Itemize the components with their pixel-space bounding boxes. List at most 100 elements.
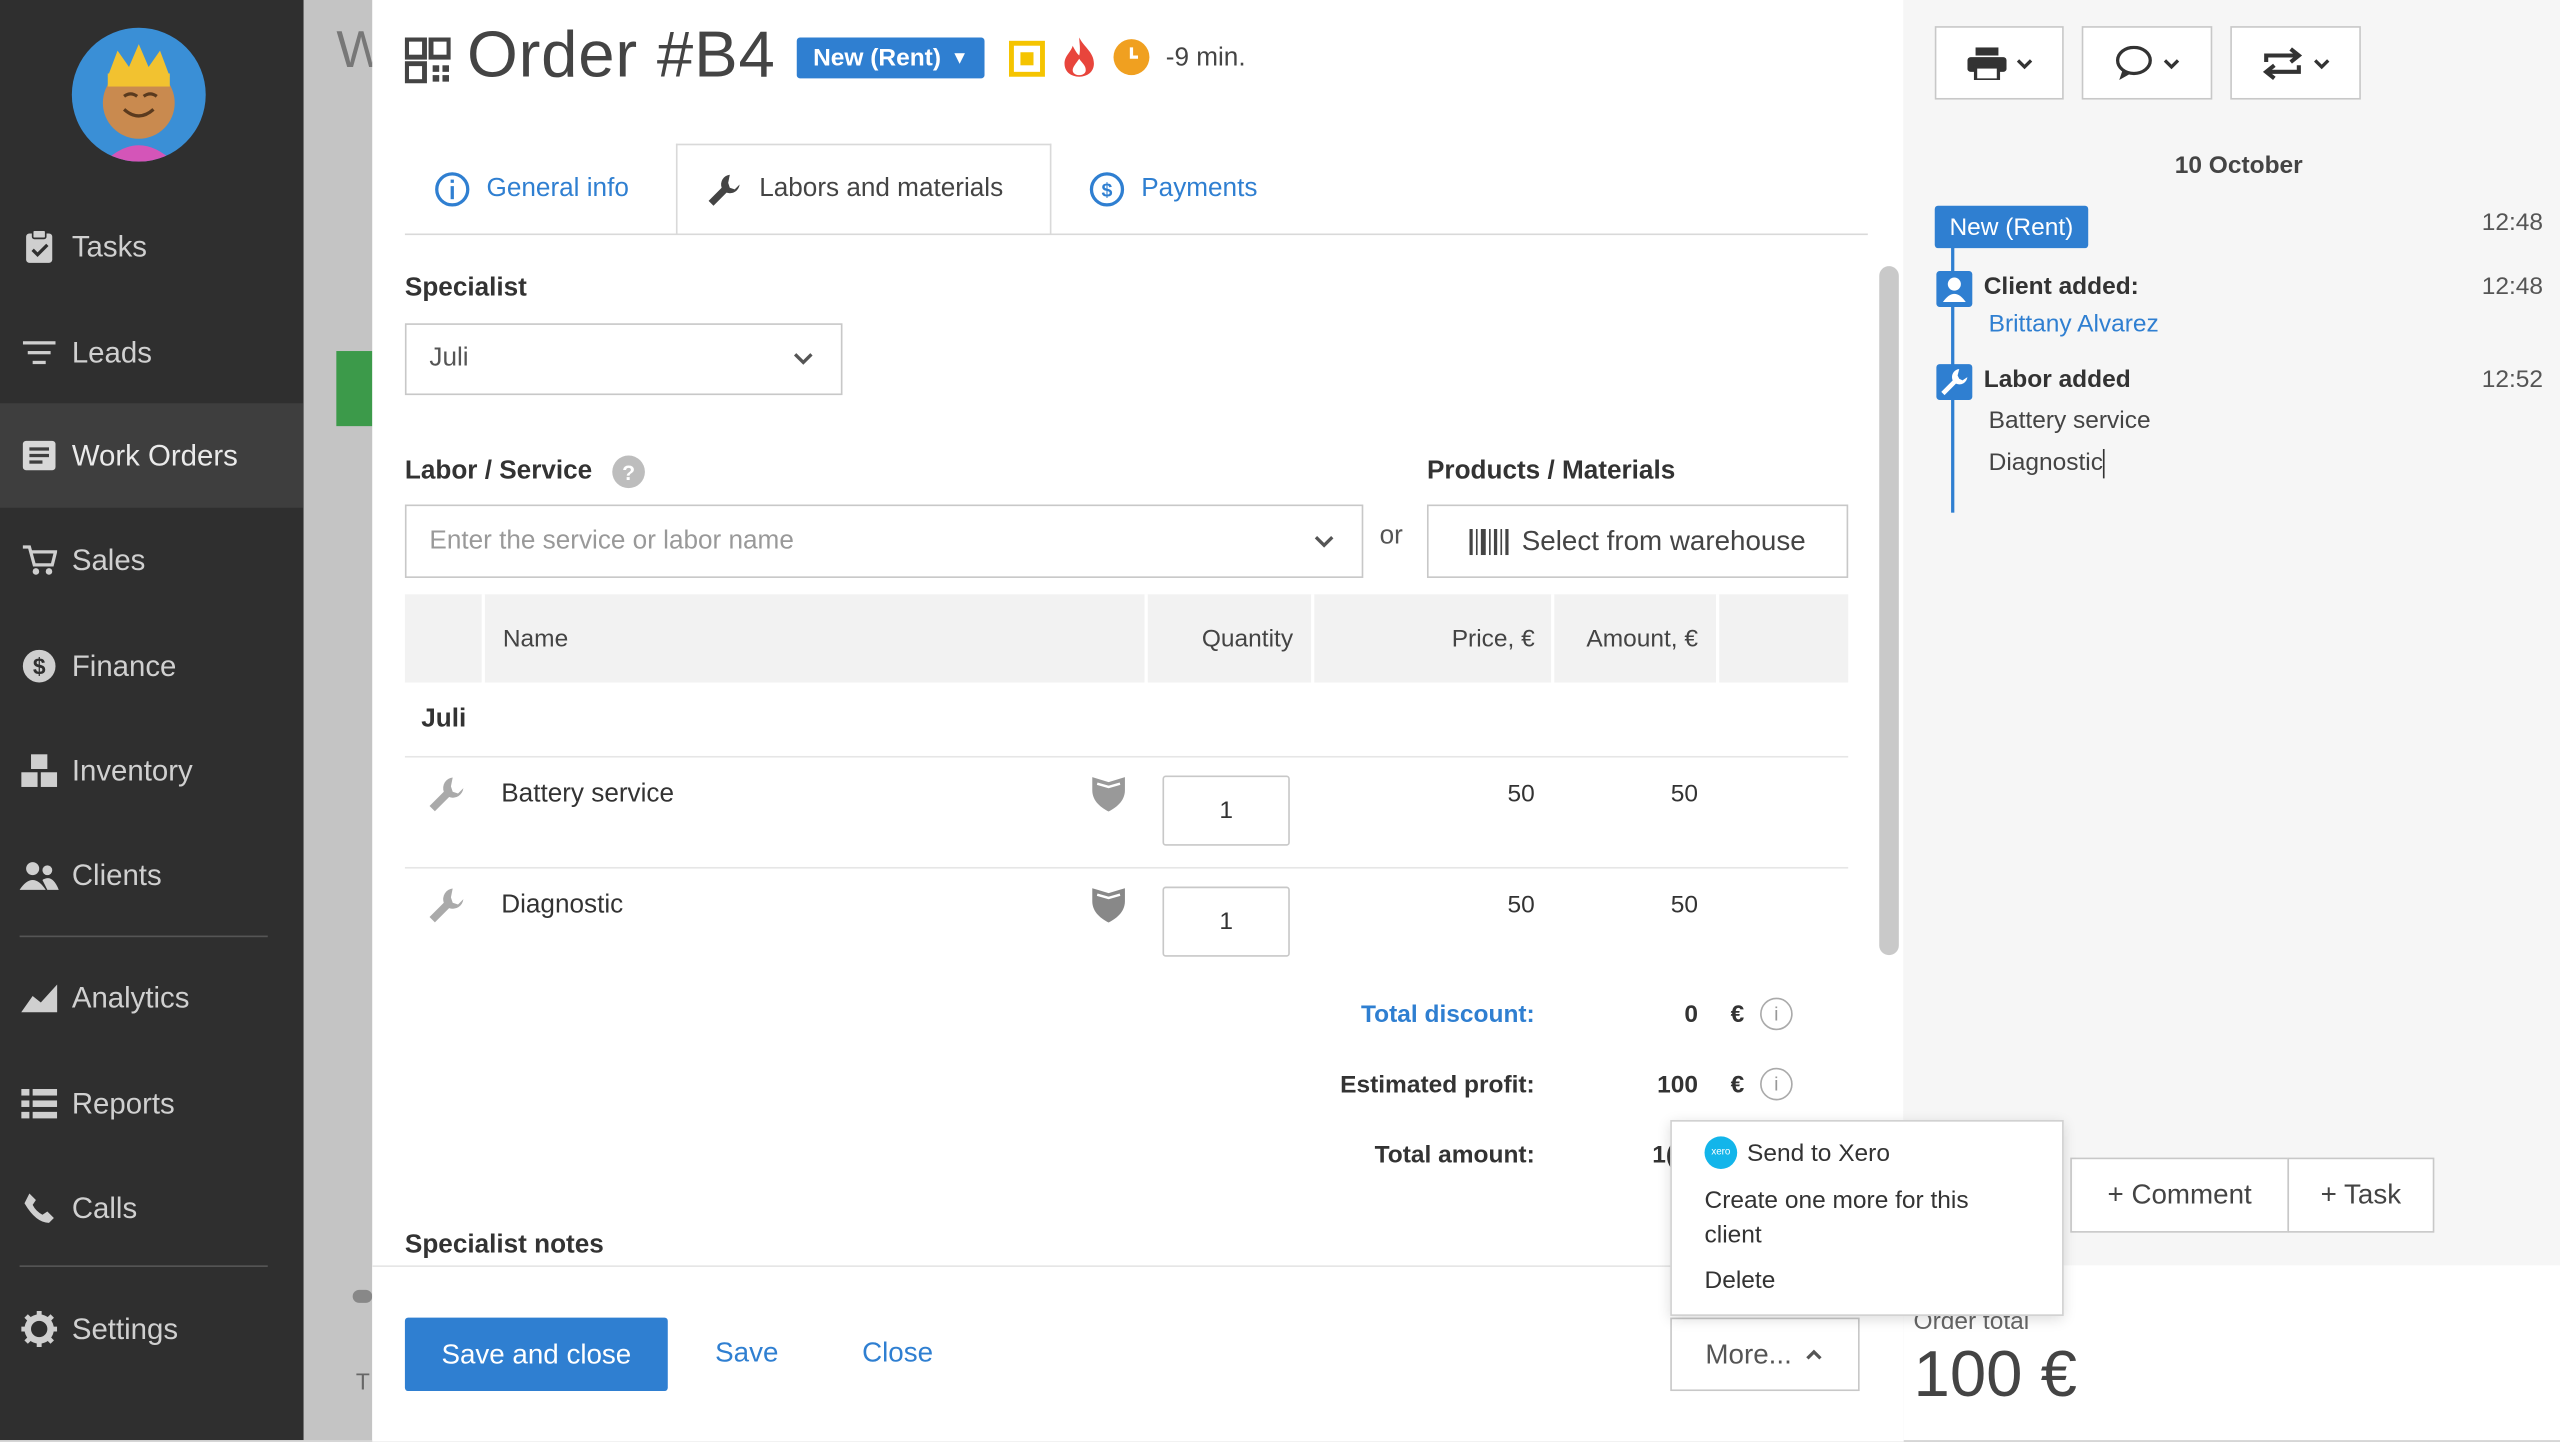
sidebar-item-label: Clients [71, 857, 162, 891]
quantity-input[interactable]: 1 [1162, 886, 1290, 957]
wrench-icon [707, 171, 743, 207]
total-discount-value: 0 [1684, 1000, 1699, 1029]
or-text: or [1379, 522, 1403, 551]
urgency-badge-icon[interactable] [1009, 40, 1045, 77]
tab-underline [404, 233, 1868, 236]
tab-label: General info [486, 174, 629, 203]
more-menu: xero Send to Xero Create one more for th… [1670, 1120, 2064, 1316]
select-from-warehouse-button[interactable]: Select from warehouse [1426, 504, 1849, 578]
user-avatar[interactable] [71, 27, 206, 162]
labor-service-input[interactable]: Enter the service or labor name [404, 504, 1364, 578]
chevron-down-icon [1313, 529, 1336, 560]
sidebar-item-clients[interactable]: Clients [0, 823, 304, 927]
more-button-label: More... [1705, 1337, 1792, 1370]
sidebar-item-analytics[interactable]: Analytics [0, 945, 304, 1049]
chevron-down-icon [792, 346, 815, 377]
menu-item-create-one-more[interactable]: Create one more for this client [1705, 1184, 2032, 1253]
tab-payments[interactable]: $ Payments [1089, 144, 1257, 235]
header-separator [1551, 594, 1555, 683]
total-amount-label: Total amount: [1374, 1141, 1535, 1170]
chevron-up-icon [1805, 1345, 1825, 1365]
printer-icon [1966, 46, 2006, 80]
sidebar-item-calls[interactable]: Calls [0, 1156, 304, 1260]
timeline-client-link[interactable]: Brittany Alvarez [1989, 310, 2159, 338]
labor-added-icon [1936, 364, 1973, 401]
print-button[interactable] [1934, 26, 2064, 100]
chevron-down-icon [2163, 55, 2180, 71]
labor-service-label: Labor / Service [404, 457, 593, 485]
menu-item-label: Send to Xero [1746, 1138, 1890, 1167]
xero-icon: xero [1704, 1136, 1738, 1170]
background-create-button [336, 351, 373, 427]
sidebar-item-label: Settings [71, 1311, 179, 1345]
order-timer: -9 min. [1165, 44, 1246, 72]
timeline-labor-title: Labor added [1983, 365, 2131, 394]
chevron-down-icon [2016, 55, 2032, 71]
order-status-dropdown[interactable]: New (Rent) ▼ [796, 37, 985, 79]
estimated-profit-value: 100 [1657, 1071, 1699, 1099]
estimated-profit-label: Estimated profit: [1340, 1071, 1535, 1099]
row-amount: 50 [1670, 780, 1699, 809]
info-icon[interactable]: i [1760, 1067, 1793, 1101]
select-from-warehouse-label: Select from warehouse [1521, 524, 1806, 556]
sidebar-item-reports[interactable]: Reports [0, 1051, 304, 1155]
background-footer-text: T [355, 1368, 370, 1395]
tab-general-info[interactable]: General info [434, 144, 629, 235]
order-total-value: 100 € [1913, 1338, 2077, 1411]
sidebar-item-inventory[interactable]: Inventory [0, 718, 304, 822]
sidebar: Tasks Leads Work Orders Sales $ Finance … [0, 0, 304, 1441]
info-icon[interactable]: i [1760, 997, 1793, 1031]
quantity-input[interactable]: 1 [1162, 775, 1290, 846]
clock-icon [1113, 39, 1150, 76]
tab-label: Payments [1141, 174, 1258, 203]
transfer-button[interactable] [2230, 26, 2361, 100]
sidebar-item-work-orders[interactable]: Work Orders [0, 403, 304, 508]
labor-service-placeholder: Enter the service or labor name [429, 526, 794, 555]
menu-item-send-to-xero[interactable]: xero Send to Xero [1704, 1136, 1890, 1170]
flame-icon[interactable] [1061, 36, 1097, 87]
sidebar-item-tasks[interactable]: Tasks [0, 194, 304, 298]
sidebar-divider [19, 935, 268, 938]
sidebar-item-label: Tasks [71, 229, 147, 263]
menu-item-delete[interactable]: Delete [1705, 1267, 1776, 1295]
specialist-select[interactable]: Juli [404, 323, 843, 396]
qr-code-icon[interactable] [404, 36, 452, 92]
total-discount-label[interactable]: Total discount: [1127, 1001, 1535, 1029]
sidebar-item-settings[interactable]: Settings [0, 1277, 304, 1381]
specialist-label: Specialist [404, 274, 527, 303]
sidebar-item-label: Work Orders [71, 438, 238, 472]
sidebar-item-finance[interactable]: $ Finance [0, 614, 304, 718]
add-task-button[interactable]: + Task [2287, 1157, 2435, 1233]
close-button[interactable]: Close [862, 1337, 933, 1370]
row-divider [404, 755, 1849, 758]
more-button[interactable]: More... [1670, 1317, 1860, 1392]
help-icon[interactable]: ? [612, 455, 645, 489]
message-button[interactable] [2081, 26, 2213, 100]
header-separator [1715, 594, 1720, 683]
tab-labors-and-materials[interactable]: Labors and materials [675, 143, 1052, 236]
boxes-icon [20, 751, 59, 790]
dollar-circle-icon: $ [1089, 171, 1125, 207]
text-cursor [2102, 448, 2105, 479]
warranty-shield-icon[interactable] [1091, 885, 1127, 932]
save-button[interactable]: Save [715, 1337, 778, 1370]
sidebar-item-sales[interactable]: Sales [0, 508, 304, 612]
sidebar-item-label: Calls [71, 1191, 138, 1224]
chevron-down-icon: ▼ [950, 48, 969, 68]
modal-scrollbar[interactable] [1879, 266, 1899, 956]
timeline-client-title: Client added: [1983, 272, 2139, 301]
add-comment-button[interactable]: + Comment [2070, 1157, 2290, 1233]
phone-icon [20, 1189, 59, 1228]
gear-icon [20, 1309, 59, 1348]
client-added-icon [1936, 271, 1973, 307]
chart-icon [20, 978, 59, 1017]
wrench-icon [428, 774, 467, 821]
info-icon [434, 171, 470, 207]
save-and-close-button[interactable]: Save and close [404, 1317, 668, 1392]
timeline-status-badge: New (Rent) [1934, 205, 2088, 249]
wrench-icon [428, 885, 467, 932]
specialist-value: Juli [429, 344, 469, 373]
sidebar-item-leads[interactable]: Leads [0, 300, 304, 404]
sidebar-item-label: Analytics [71, 980, 190, 1014]
warranty-shield-icon[interactable] [1091, 774, 1127, 821]
